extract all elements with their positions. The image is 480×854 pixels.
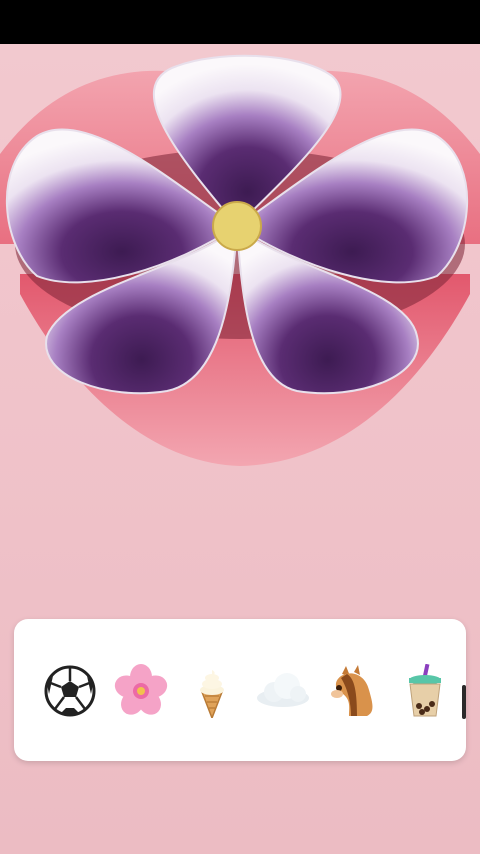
status-bar bbox=[0, 0, 480, 44]
cloud-icon[interactable] bbox=[247, 663, 318, 719]
soft-ice-cream-icon[interactable] bbox=[176, 663, 247, 719]
cherry-blossom-icon[interactable] bbox=[105, 663, 176, 719]
emoji-row bbox=[34, 663, 466, 719]
soccer-ball-icon[interactable] bbox=[34, 663, 105, 719]
horse-face-icon[interactable] bbox=[318, 663, 389, 719]
emoji-picker-panel bbox=[14, 619, 466, 761]
scroll-indicator[interactable] bbox=[462, 685, 466, 719]
bubble-tea-icon[interactable] bbox=[389, 663, 460, 719]
